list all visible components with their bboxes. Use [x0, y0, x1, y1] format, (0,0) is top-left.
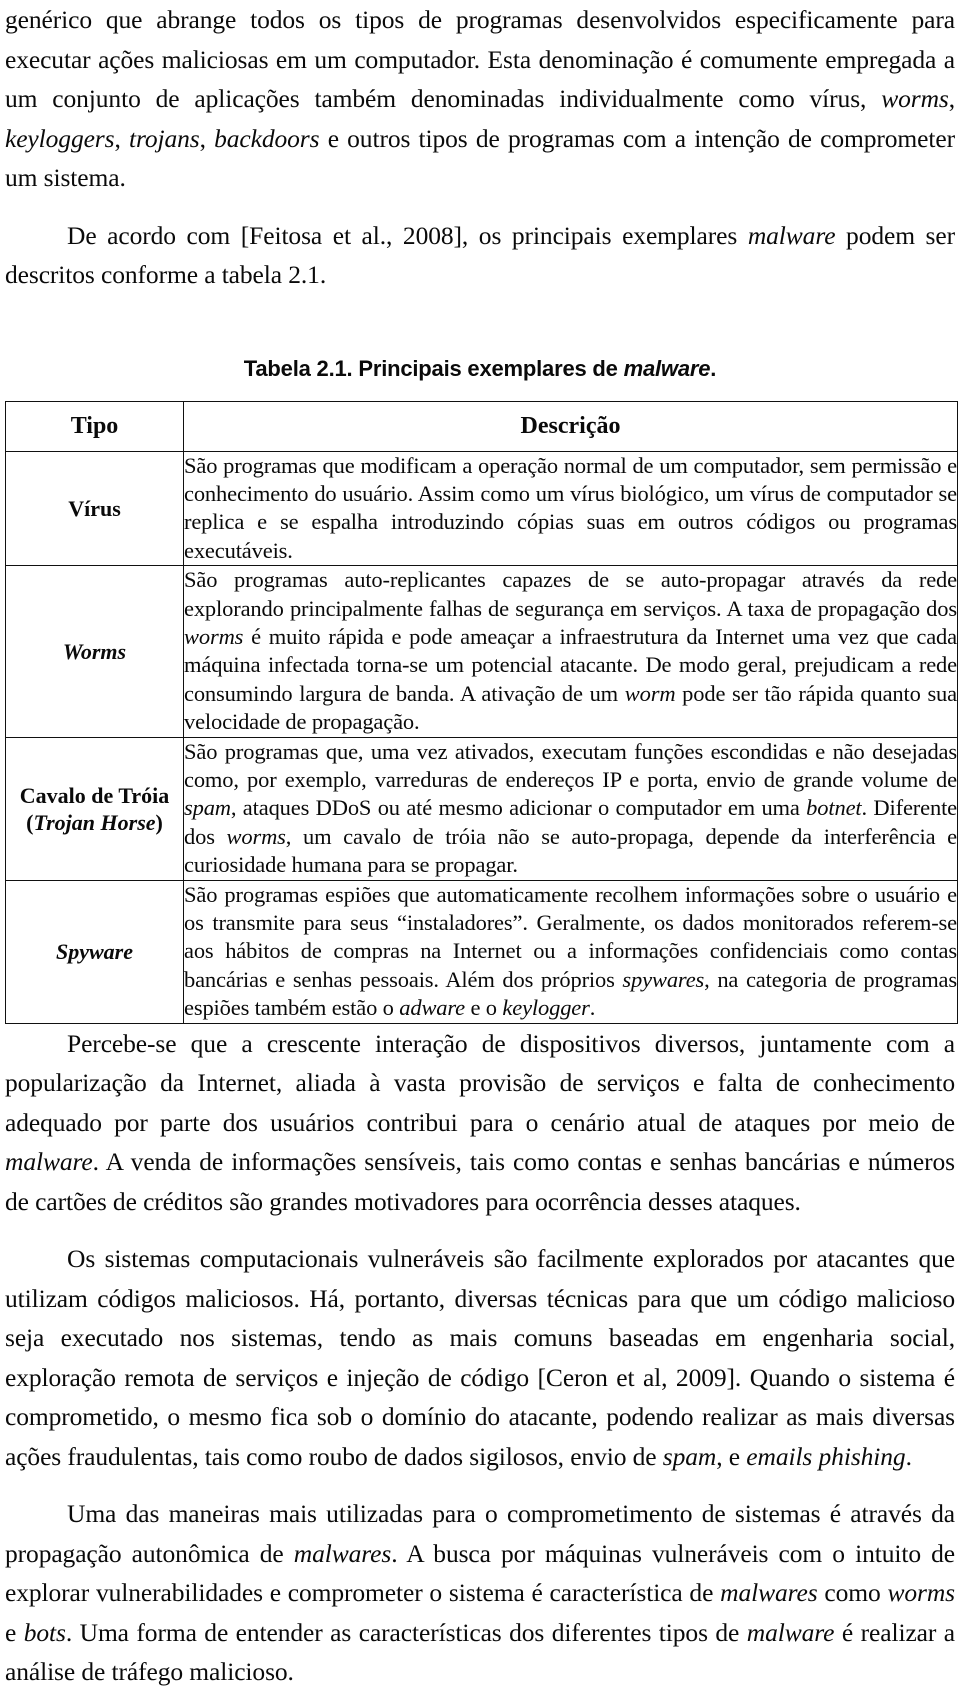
paragraph-sistemas-vulneraveis: Os sistemas computacionais vulneráveis s…: [5, 1244, 955, 1471]
caption-spacer-2: [5, 325, 955, 355]
table-cell-description: São programas que, uma vez ativados, exe…: [183, 736, 958, 881]
table-cell-type: Cavalo de Tróia (Trojan Horse): [5, 736, 184, 881]
table-header-descricao: Descrição: [183, 400, 958, 452]
pre-table-text-block: genérico que abrange todos os tipos de p…: [5, 0, 955, 295]
table-caption: Tabela 2.1. Principais exemplares de mal…: [5, 355, 955, 383]
table-row: Vírus São programas que modificam a oper…: [5, 450, 958, 567]
table-row: Worms São programas auto-replicantes cap…: [5, 565, 958, 738]
table-caption-italic-term: malware: [623, 355, 711, 381]
post-table-text-block: Percebe-se que a crescente interação de …: [5, 1024, 955, 1692]
table-cell-type: Vírus: [5, 450, 184, 567]
paragraph-percebe-se: Percebe-se que a crescente interação de …: [5, 1028, 955, 1216]
table-top-spacer: [5, 383, 955, 401]
paragraph-feitosa-reference: De acordo com [Feitosa et al., 2008], os…: [5, 220, 955, 290]
table-cell-description: São programas que modificam a operação n…: [183, 450, 958, 567]
table-body: Vírus São programas que modificam a oper…: [5, 450, 958, 1024]
table-cell-type: Worms: [5, 565, 184, 738]
table-row: Cavalo de Tróia (Trojan Horse) São progra…: [5, 736, 958, 881]
table-caption-prefix: Tabela 2.1. Principais exemplares de: [243, 355, 624, 381]
table-cell-type: Spyware: [5, 879, 184, 1024]
table-row: Spyware São programas espiões que automa…: [5, 879, 958, 1024]
document-page: genérico que abrange todos os tipos de p…: [0, 0, 960, 1686]
table-cell-description: São programas auto-replicantes capazes d…: [183, 565, 958, 738]
table-caption-suffix: .: [710, 355, 717, 381]
paragraph-propagacao-autonomica: Uma das maneiras mais utilizadas para o …: [5, 1499, 955, 1687]
table-header-tipo: Tipo: [5, 400, 184, 452]
paragraph-malware-definition: genérico que abrange todos os tipos de p…: [5, 5, 955, 192]
table-header-row: Tipo Descrição: [5, 400, 958, 452]
table-cell-description: São programas espiões que automaticament…: [183, 879, 958, 1024]
malware-examples-table: Tipo Descrição Vírus São programas que m…: [5, 400, 958, 1024]
